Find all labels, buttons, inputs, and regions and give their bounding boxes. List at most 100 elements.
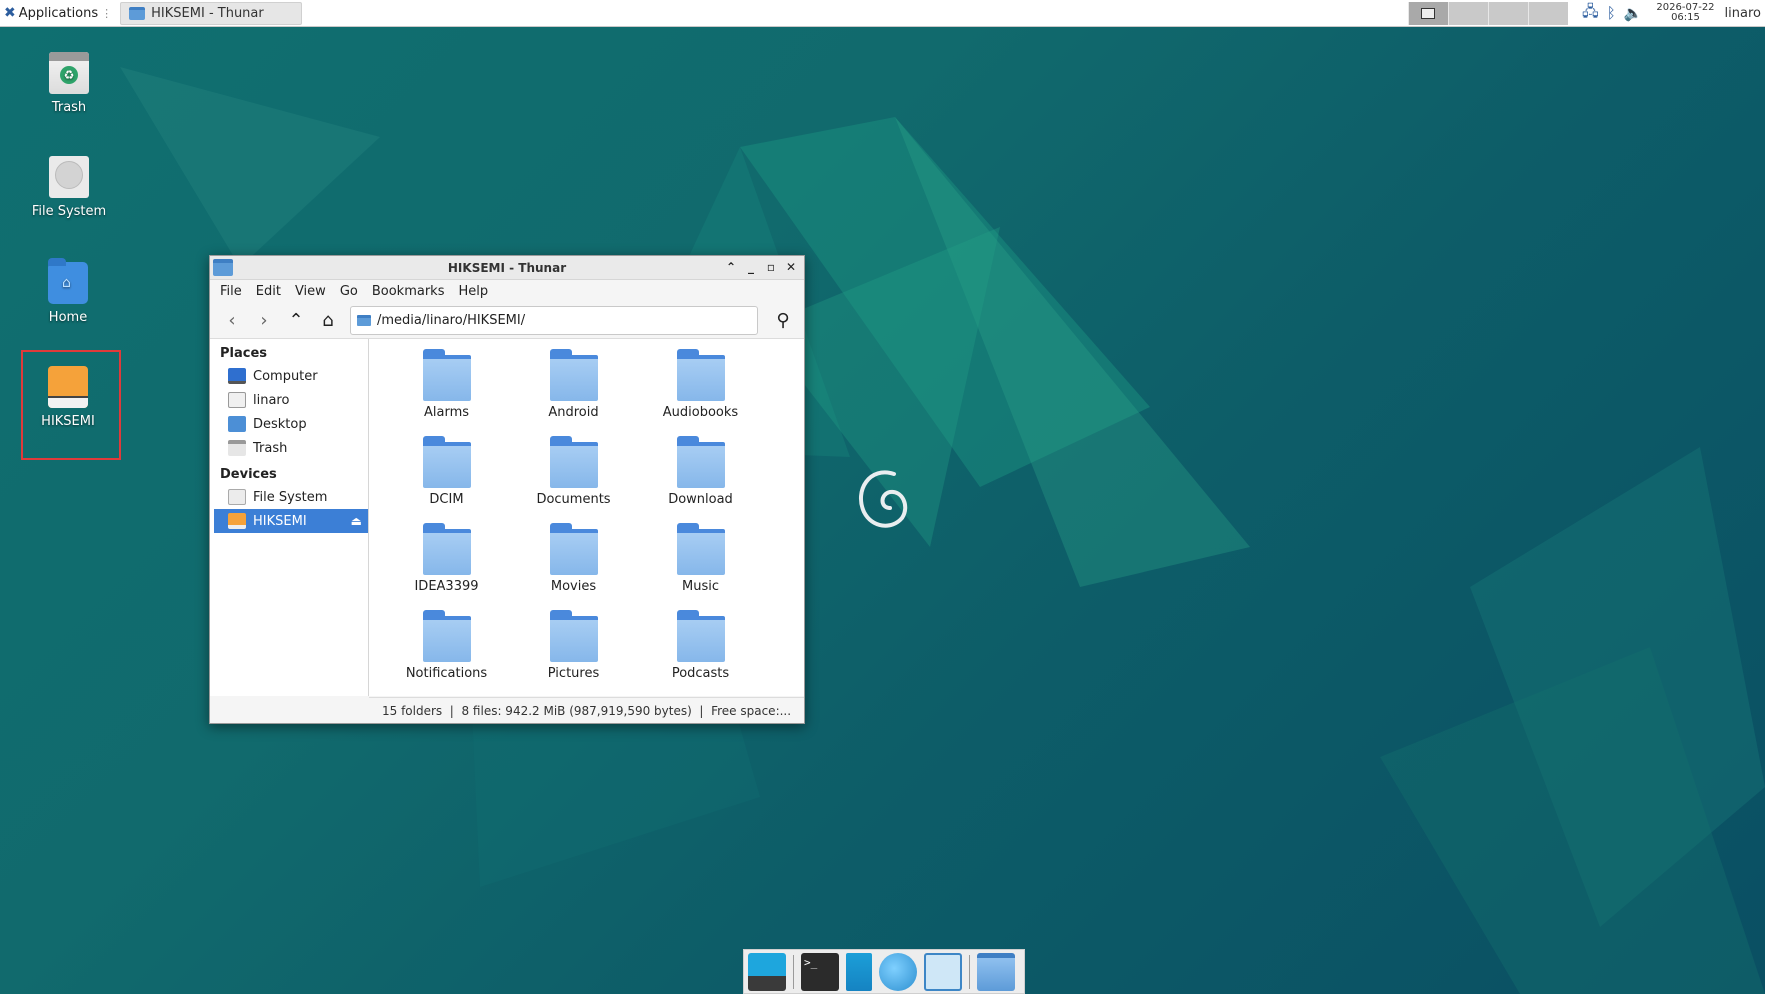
folder-label: Download (668, 492, 733, 507)
forward-button[interactable]: › (254, 310, 274, 331)
menu-go[interactable]: Go (340, 284, 358, 299)
shade-button[interactable]: ⌃ (724, 258, 738, 276)
sidebar-item-label: Computer (253, 368, 318, 384)
user-menu[interactable]: linaro (1725, 6, 1761, 21)
folder-label: IDEA3399 (414, 579, 479, 594)
search-button[interactable]: ⚲ (770, 308, 796, 334)
trash-icon (228, 440, 246, 456)
status-bar: 15 folders | 8 files: 942.2 MiB (987,919… (369, 697, 804, 723)
folder-label: Alarms (423, 405, 470, 420)
usb-drive-icon (228, 513, 246, 529)
minimize-button[interactable]: _ (744, 258, 758, 276)
location-path: /media/linaro/HIKSEMI/ (377, 313, 526, 328)
sidebar-item-hiksemi[interactable]: HIKSEMI ⏏ (214, 509, 368, 533)
folder-item[interactable]: Music (637, 523, 764, 610)
sidebar-item-label: HIKSEMI (253, 513, 307, 529)
toolbar: ‹ › ⌃ ⌂ /media/linaro/HIKSEMI/ ⚲ (210, 303, 804, 339)
debian-logo-icon (858, 470, 908, 528)
folder-item[interactable]: Documents (510, 436, 637, 523)
folder-item[interactable]: Alarms (383, 349, 510, 436)
folder-icon (676, 436, 725, 488)
workspace-1[interactable] (1407, 1, 1448, 25)
sidebar: Places Computer linaro Desktop Trash Dev… (210, 339, 369, 696)
folder-icon (422, 610, 471, 662)
folder-icon (676, 349, 725, 401)
folder-item[interactable]: Audiobooks (637, 349, 764, 436)
folder-icon (549, 610, 598, 662)
menu-bookmarks[interactable]: Bookmarks (372, 284, 445, 299)
home-folder-icon: ⌂ (48, 258, 88, 304)
window-titlebar[interactable]: HIKSEMI - Thunar ⌃ _ ▫ ✕ (210, 256, 804, 280)
folder-item[interactable]: Notifications (383, 610, 510, 697)
desktop-icon-home[interactable]: ⌂ Home (18, 258, 118, 325)
folder-icon[interactable] (977, 952, 1015, 991)
folder-item[interactable]: Movies (510, 523, 637, 610)
desktop-icon-hiksemi[interactable]: HIKSEMI (18, 366, 118, 429)
sidebar-item-trash[interactable]: Trash (210, 436, 368, 460)
sidebar-item-desktop[interactable]: Desktop (210, 412, 368, 436)
folder-label: Podcasts (671, 666, 730, 681)
eject-icon[interactable]: ⏏ (351, 514, 362, 528)
folder-item[interactable]: Pictures (510, 610, 637, 697)
menu-edit[interactable]: Edit (256, 284, 281, 299)
dock: >_ (743, 949, 1025, 994)
folder-label: Android (548, 405, 599, 420)
close-button[interactable]: ✕ (784, 258, 798, 276)
show-desktop-icon[interactable] (748, 952, 786, 991)
workspace-2[interactable] (1447, 1, 1488, 25)
taskbar-window-title: HIKSEMI - Thunar (151, 5, 264, 21)
folder-item[interactable]: IDEA3399 (383, 523, 510, 610)
workspace-3[interactable] (1487, 1, 1528, 25)
folder-icon (422, 349, 471, 401)
up-button[interactable]: ⌃ (286, 310, 306, 331)
usb-drive-icon (48, 366, 88, 408)
folder-label: DCIM (429, 492, 464, 507)
dock-separator (793, 954, 794, 989)
desktop-icon-label: Home (48, 310, 88, 325)
sidebar-item-label: linaro (253, 392, 290, 408)
maximize-button[interactable]: ▫ (764, 258, 778, 276)
menu-help[interactable]: Help (458, 284, 488, 299)
trash-icon: ♻ (49, 52, 89, 94)
sidebar-item-file-system[interactable]: File System (210, 485, 368, 509)
desktop-icon-label: HIKSEMI (41, 414, 95, 429)
app-finder-icon[interactable] (924, 952, 962, 991)
menu-file[interactable]: File (220, 284, 242, 299)
workspace-4[interactable] (1527, 1, 1568, 25)
bluetooth-icon[interactable]: ᛒ (1607, 4, 1616, 22)
applications-label: Applications (18, 5, 99, 21)
home-button[interactable]: ⌂ (318, 310, 338, 331)
volume-icon[interactable]: 🔈 (1624, 4, 1643, 22)
sidebar-item-linaro[interactable]: linaro (210, 388, 368, 412)
folder-item[interactable]: Android (510, 349, 637, 436)
workspace-switcher (1407, 1, 1568, 25)
folder-item[interactable]: Podcasts (637, 610, 764, 697)
sidebar-item-computer[interactable]: Computer (210, 364, 368, 388)
desktop-icon-trash[interactable]: ♻ Trash (19, 52, 119, 115)
folder-icon (549, 523, 598, 575)
terminal-icon[interactable]: >_ (801, 952, 839, 991)
folder-icon (549, 349, 598, 401)
folder-label: Pictures (547, 666, 600, 681)
folder-icon (676, 523, 725, 575)
folder-icon (422, 523, 471, 575)
file-manager-icon[interactable] (846, 952, 872, 991)
home-icon (228, 392, 246, 408)
location-bar[interactable]: /media/linaro/HIKSEMI/ (350, 306, 758, 335)
desktop-icon-file-system[interactable]: File System (19, 156, 119, 219)
folder-item[interactable]: Download (637, 436, 764, 523)
menu-view[interactable]: View (295, 284, 326, 299)
taskbar-window-button[interactable]: HIKSEMI - Thunar (120, 1, 303, 25)
folder-item[interactable]: DCIM (383, 436, 510, 523)
web-browser-icon[interactable] (879, 952, 917, 991)
clock[interactable]: 2026-07-22 06:15 (1656, 3, 1714, 23)
sidebar-item-label: Trash (253, 440, 288, 456)
applications-menu-button[interactable]: ✖ Applications ⋮ (0, 0, 120, 27)
status-text: 15 folders | 8 files: 942.2 MiB (987,919… (382, 703, 792, 718)
desktop-icon (228, 416, 246, 432)
back-button[interactable]: ‹ (222, 310, 242, 331)
file-view: Alarms Android Audiobooks DCIM Documents… (369, 339, 804, 696)
folder-icon (422, 436, 471, 488)
network-icon[interactable]: 🖧 (1582, 1, 1599, 26)
system-tray: 🖧 ᛒ 🔈 (1582, 1, 1642, 26)
